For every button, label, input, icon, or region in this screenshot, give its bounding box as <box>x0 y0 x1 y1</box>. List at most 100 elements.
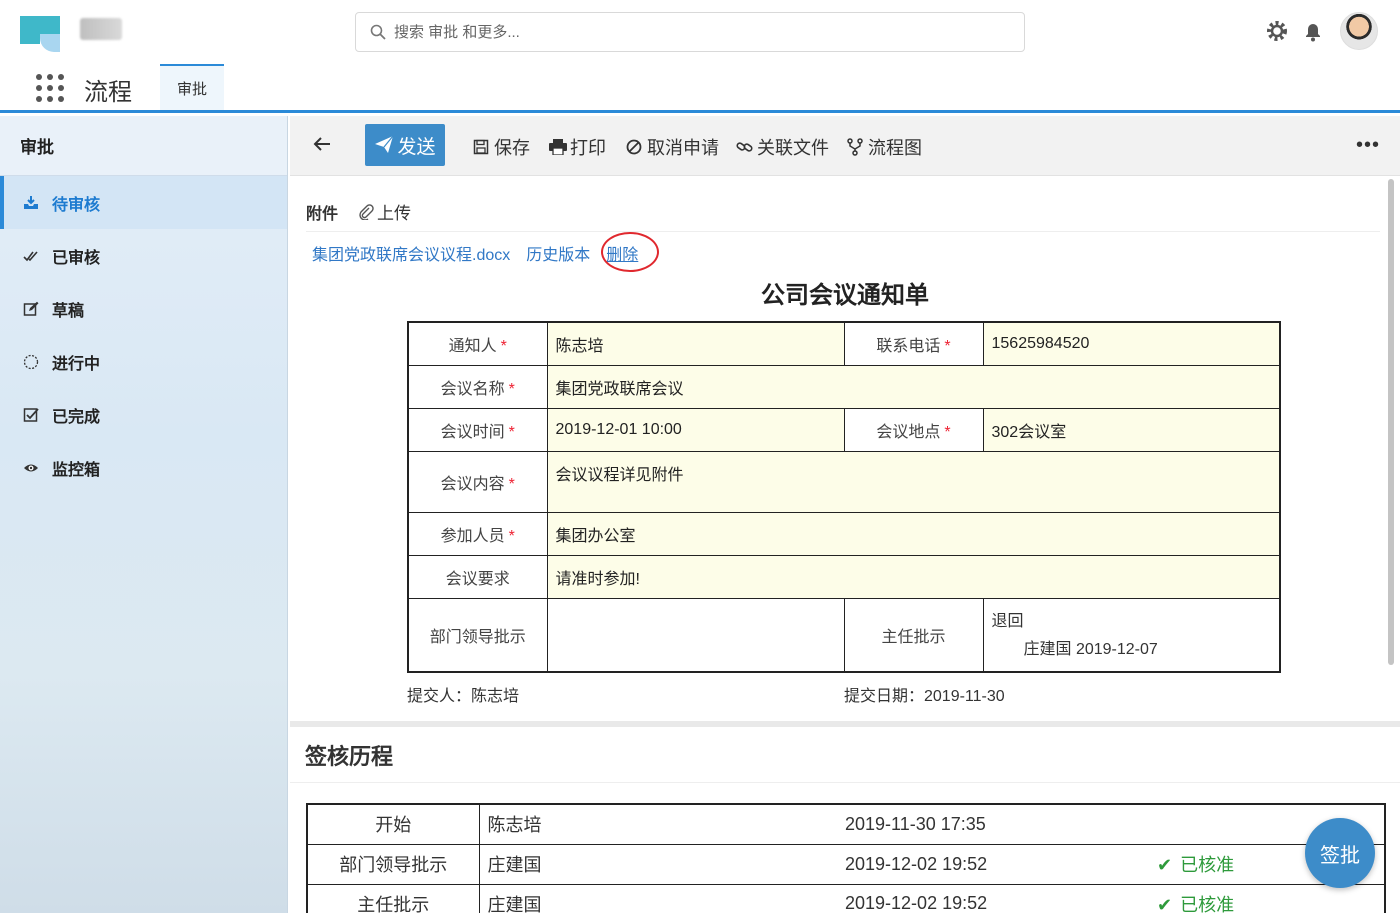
history-version-link[interactable]: 历史版本 <box>526 241 590 265</box>
app-title: 流程 <box>84 79 132 106</box>
branch-icon <box>847 138 865 156</box>
print-label: 打印 <box>570 138 606 158</box>
company-logo[interactable] <box>20 16 62 54</box>
printer-icon <box>549 138 567 156</box>
meeting-notice-form: 通知人 * 陈志培 联系电话 * 15625984520 会议名称 * 集团党政联席会… <box>407 321 1281 673</box>
divider <box>290 782 1400 783</box>
required-mark: * <box>508 475 515 493</box>
history-time: 2019-11-30 17:35 <box>839 803 1149 845</box>
director-signature: 庄建国 2019-12-07 <box>1023 640 1158 658</box>
paperclip-icon <box>359 203 374 220</box>
spinner-icon <box>22 353 40 371</box>
search-box[interactable] <box>355 12 1025 52</box>
send-label: 发送 <box>397 136 436 158</box>
link-label: 关联文件 <box>757 138 829 158</box>
history-person: 陈志培 <box>478 803 839 845</box>
link-file-button[interactable]: 关联文件 <box>736 134 829 160</box>
meeting-name-field[interactable]: 集团党政联席会议 <box>546 364 1281 409</box>
history-node: 开始 <box>306 803 480 845</box>
submitter-text: 提交人：陈志培 <box>407 688 520 705</box>
inbox-download-icon <box>22 194 40 212</box>
search-icon <box>370 24 386 40</box>
attachment-header: 附件 上传 <box>306 199 411 224</box>
meeting-place-label: 会议地点 * <box>843 407 984 452</box>
meeting-time-label: 会议时间 * <box>407 407 548 452</box>
notifier-label: 通知人 * <box>407 321 548 366</box>
app-grid-icon[interactable] <box>36 74 64 102</box>
phone-field[interactable]: 15625984520 <box>982 321 1281 366</box>
required-mark: * <box>944 337 951 355</box>
upload-button[interactable]: 上传 <box>358 199 411 224</box>
table-row: 开始 陈志培 2019-11-30 17:35 <box>306 803 1386 845</box>
phone-label: 联系电话 * <box>843 321 984 366</box>
history-status: ✔ 已核准 <box>1149 883 1386 913</box>
attendees-label: 参加人员 * <box>407 511 548 556</box>
save-button[interactable]: 保存 <box>473 134 530 160</box>
required-mark: * <box>508 423 515 441</box>
attendees-field[interactable]: 集团办公室 <box>546 511 1281 556</box>
meeting-time-field[interactable]: 2019-12-01 10:00 <box>546 407 845 452</box>
attachment-file-link[interactable]: 集团党政联席会议议程.docx <box>312 241 510 265</box>
meeting-content-field[interactable]: 会议议程详见附件 <box>546 450 1281 513</box>
director-approval-field: 退回 庄建国 2019-12-07 <box>982 597 1281 673</box>
table-row: 主任批示 庄建国 2019-12-02 19:52 ✔ 已核准 <box>306 883 1386 913</box>
ban-icon <box>626 138 644 156</box>
sidebar-item-pending[interactable]: 待审核 <box>0 176 287 229</box>
settings-gear-icon[interactable] <box>1264 18 1290 44</box>
dept-approval-label: 部门领导批示 <box>407 597 548 673</box>
sidebar-item-completed[interactable]: 已完成 <box>0 388 287 441</box>
approval-history-table: 开始 陈志培 2019-11-30 17:35 部门领导批示 庄建国 2019-… <box>306 803 1386 913</box>
toolbar: 发送 保存 打印 取消申请 关联文件 流程图 ••• <box>290 116 1400 176</box>
send-button[interactable]: 发送 <box>365 124 445 166</box>
checkbox-icon <box>22 406 40 424</box>
notifier-field[interactable]: 陈志培 <box>546 321 845 366</box>
sidebar-item-reviewed[interactable]: 已审核 <box>0 229 287 282</box>
cancel-application-button[interactable]: 取消申请 <box>626 134 719 160</box>
requirement-label: 会议要求 <box>407 554 548 599</box>
sidebar-item-monitor[interactable]: 监控箱 <box>0 441 287 494</box>
attachment-label: 附件 <box>306 205 339 223</box>
sidebar-item-label: 待审核 <box>52 196 101 214</box>
history-person: 庄建国 <box>478 843 839 885</box>
sidebar-item-label: 草稿 <box>52 302 85 320</box>
tab-approval[interactable]: 审批 <box>160 64 224 110</box>
link-icon <box>736 138 754 156</box>
sidebar-title: 审批 <box>0 116 287 176</box>
checkmark-icon: ✔ <box>1157 894 1173 913</box>
sidebar-item-label: 进行中 <box>52 355 101 373</box>
search-input[interactable] <box>394 23 994 41</box>
print-button[interactable]: 打印 <box>549 134 606 160</box>
sidebar-item-label: 已完成 <box>52 408 101 426</box>
requirement-field[interactable]: 请准时参加! <box>546 554 1281 599</box>
table-row: 部门领导批示 庄建国 2019-12-02 19:52 ✔ 已核准 <box>306 843 1386 885</box>
paper-plane-icon <box>375 135 394 153</box>
user-avatar[interactable] <box>1340 12 1378 50</box>
notification-bell-icon[interactable] <box>1300 18 1326 44</box>
app-header: 流程 审批 <box>0 0 1400 113</box>
history-person: 庄建国 <box>478 883 839 913</box>
meeting-content-label: 会议内容 * <box>407 450 548 513</box>
director-approval-label: 主任批示 <box>843 597 984 673</box>
brand-name-blurred <box>80 18 122 40</box>
history-time: 2019-12-02 19:52 <box>839 843 1149 885</box>
required-mark: * <box>500 337 507 355</box>
history-node: 部门领导批示 <box>306 843 480 885</box>
more-options-button[interactable]: ••• <box>1356 134 1380 157</box>
back-arrow-icon[interactable] <box>312 134 336 158</box>
section-divider <box>290 721 1400 727</box>
required-mark: * <box>508 380 515 398</box>
sign-approve-button[interactable]: 签批 <box>1305 818 1375 888</box>
upload-label: 上传 <box>377 204 412 223</box>
required-mark: * <box>944 423 951 441</box>
sidebar-item-label: 已审核 <box>52 249 101 267</box>
meeting-name-label: 会议名称 * <box>407 364 548 409</box>
divider <box>306 231 1380 232</box>
flowchart-button[interactable]: 流程图 <box>847 134 922 160</box>
vertical-scrollbar[interactable] <box>1388 179 1394 665</box>
cancel-label: 取消申请 <box>647 138 719 158</box>
flow-label: 流程图 <box>868 138 922 158</box>
sidebar-item-in-progress[interactable]: 进行中 <box>0 335 287 388</box>
dept-approval-field <box>546 597 845 673</box>
meeting-place-field[interactable]: 302会议室 <box>982 407 1281 452</box>
sidebar-item-draft[interactable]: 草稿 <box>0 282 287 335</box>
